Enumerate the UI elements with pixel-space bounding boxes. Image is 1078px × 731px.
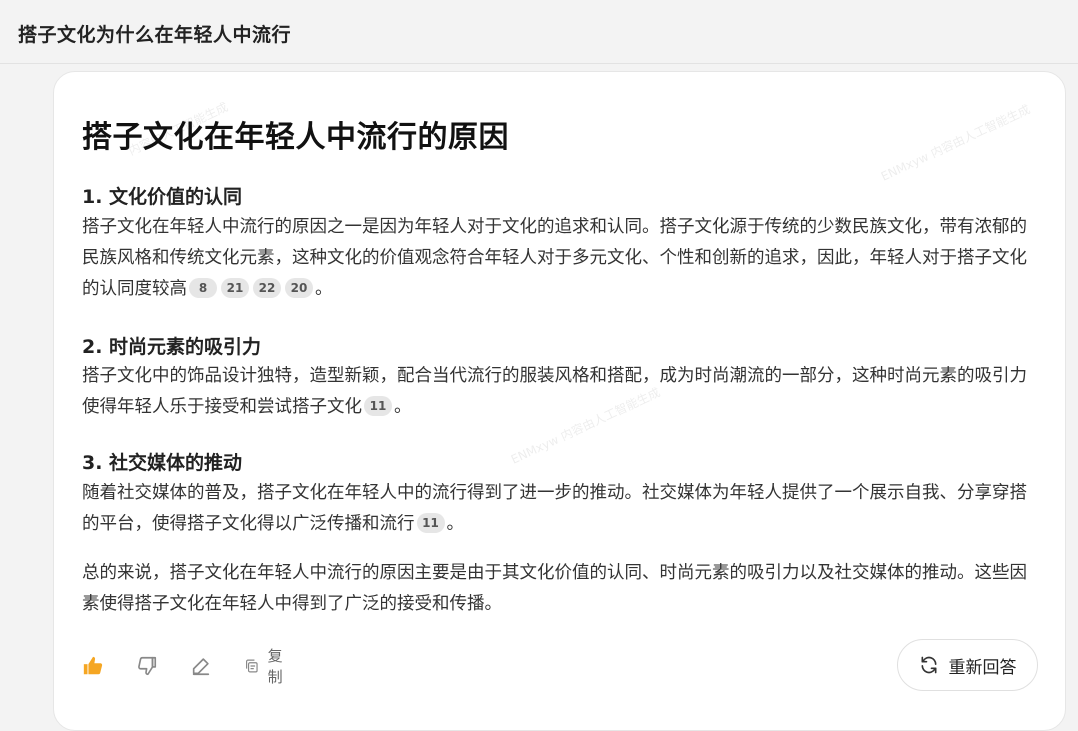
- citation-badge[interactable]: 8: [189, 278, 217, 298]
- pencil-icon: [192, 658, 210, 676]
- thumbs-down-icon: [138, 656, 157, 676]
- citation-badge[interactable]: 22: [253, 278, 281, 298]
- section-paragraph-2: 搭子文化中的饰品设计独特，造型新颖，配合当代流行的服装风格和搭配，成为时尚潮流的…: [82, 361, 1032, 423]
- sentence-end: 。: [315, 279, 333, 299]
- top-bar: 搭子文化为什么在年轻人中流行: [0, 0, 1078, 64]
- answer-heading: 搭子文化在年轻人中流行的原因: [82, 120, 509, 155]
- section-text-2: 搭子文化中的饰品设计独特，造型新颖，配合当代流行的服装风格和搭配，成为时尚潮流的…: [82, 366, 1027, 417]
- edit-button[interactable]: [190, 652, 212, 680]
- sentence-end: 。: [446, 514, 465, 534]
- like-button[interactable]: [82, 652, 104, 680]
- citation-badge[interactable]: 20: [285, 278, 313, 298]
- citation-badge[interactable]: 11: [416, 513, 445, 533]
- section-paragraph-3: 随着社交媒体的普及，搭子文化在年轻人中的流行得到了进一步的推动。社交媒体为年轻人…: [82, 478, 1032, 540]
- copy-label: 复制: [267, 647, 283, 686]
- section-title-1: 1. 文化价值的认同: [82, 186, 243, 208]
- dislike-button[interactable]: [136, 652, 158, 680]
- copy-button[interactable]: 复制: [244, 647, 289, 686]
- answer-card: 搭子文化在年轻人中流行的原因 1. 文化价值的认同 搭子文化在年轻人中流行的原因…: [53, 71, 1066, 731]
- citation-badge[interactable]: 21: [221, 278, 249, 298]
- section-paragraph-1: 搭子文化在年轻人中流行的原因之一是因为年轻人对于文化的追求和认同。搭子文化源于传…: [82, 212, 1032, 305]
- watermark: ENMxyw 内容由人工智能生成: [878, 102, 1033, 184]
- sentence-end: 。: [394, 397, 412, 417]
- refresh-icon: [921, 656, 936, 674]
- page-title: 搭子文化为什么在年轻人中流行: [18, 24, 292, 46]
- section-text-3: 随着社交媒体的普及，搭子文化在年轻人中的流行得到了进一步的推动。社交媒体为年轻人…: [82, 483, 1027, 534]
- copy-icon: [246, 659, 258, 673]
- regenerate-label: 重新回答: [948, 657, 1017, 678]
- section-title-2: 2. 时尚元素的吸引力: [82, 336, 262, 358]
- citation-badge[interactable]: 11: [364, 396, 392, 416]
- section-title-3: 3. 社交媒体的推动: [82, 452, 243, 474]
- thumbs-up-icon: [83, 656, 103, 675]
- summary-paragraph: 总的来说，搭子文化在年轻人中流行的原因主要是由于其文化价值的认同、时尚元素的吸引…: [82, 563, 1027, 614]
- regenerate-button[interactable]: 重新回答: [897, 639, 1038, 691]
